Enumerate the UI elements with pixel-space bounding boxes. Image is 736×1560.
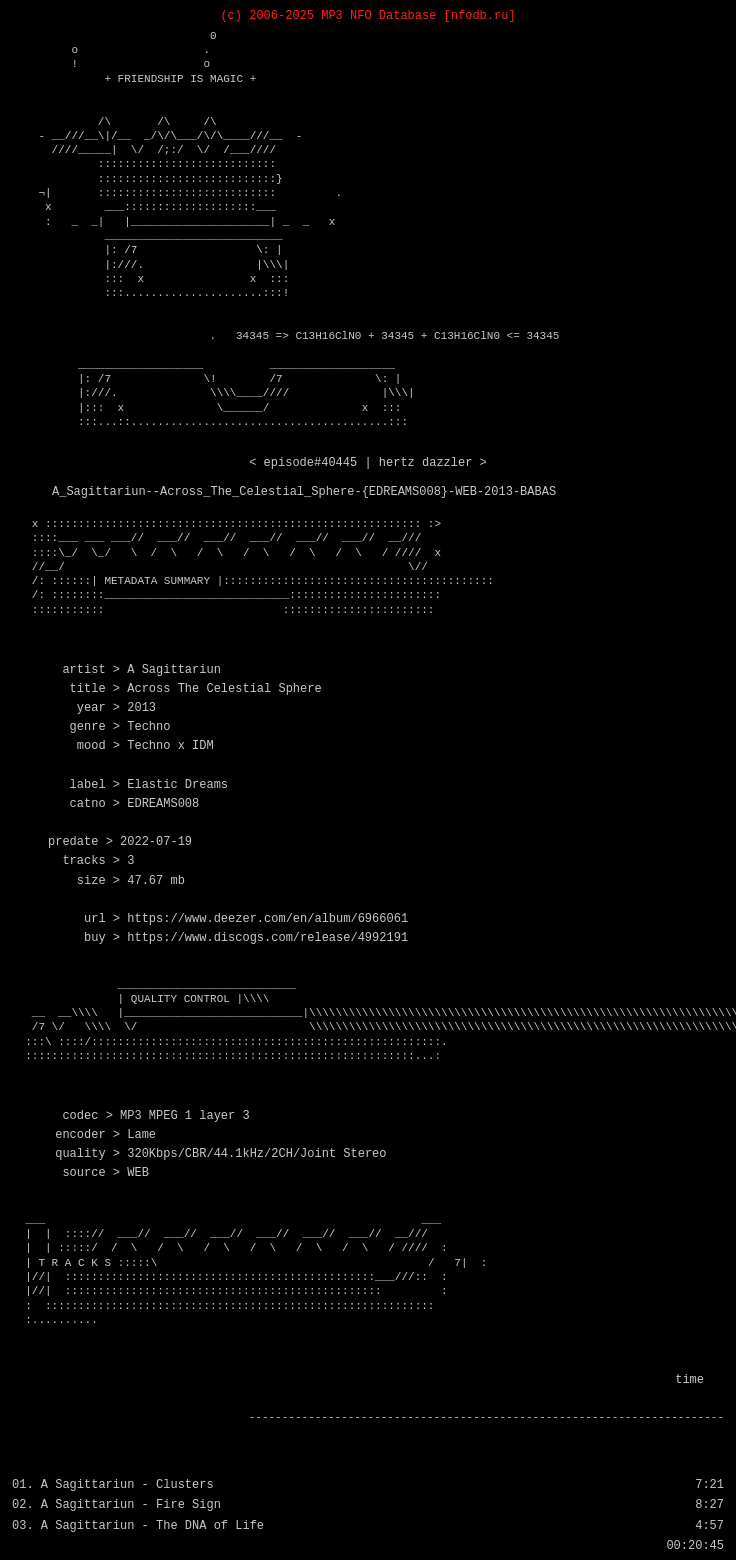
episode-line: < episode#40445 | hertz dazzler >: [12, 455, 724, 472]
notes-banner: ......: x :> ::::___ ___ ___// ___// ___…: [12, 1557, 724, 1560]
url-label: url: [84, 912, 106, 926]
encoder-value: Lame: [127, 1128, 156, 1142]
size-value: 47.67 mb: [127, 874, 185, 888]
year-value: 2013: [127, 701, 156, 715]
predate-value: 2022-07-19: [120, 835, 192, 849]
source-value: WEB: [127, 1166, 149, 1180]
total-time: 00:20:45: [666, 1539, 724, 1553]
label-value: Elastic Dreams: [127, 778, 228, 792]
quality-banner: ___________________________ | QUALITY CO…: [12, 978, 724, 1078]
track-03: 03. A Sagittariun - The DNA of Life: [12, 1516, 264, 1536]
copyright-text: (c) 2006-2025 MP3 NFO Database [nfodb.ru…: [220, 9, 515, 23]
buy-label: buy: [84, 931, 106, 945]
tracks-separator: ----------------------------------------…: [12, 1409, 724, 1427]
tracks-section-title: T R A C K S: [38, 1257, 111, 1269]
mood-label: mood: [77, 739, 106, 753]
metadata-section-title: METADATA SUMMARY: [104, 575, 210, 587]
artist-value: A Sagittariun: [127, 663, 221, 677]
copyright-line: (c) 2006-2025 MP3 NFO Database [nfodb.ru…: [12, 8, 724, 25]
track-03-time: 4:57: [695, 1516, 724, 1536]
friendship-text: + FRIENDSHIP IS MAGIC +: [104, 73, 256, 85]
genre-label: genre: [70, 720, 106, 734]
genre-value: Techno: [127, 720, 170, 734]
tracks-count-label: tracks: [62, 854, 105, 868]
track-01: 01. A Sagittariun - Clusters: [12, 1475, 214, 1495]
release-name-text: A_Sagittariun--Across_The_Celestial_Sphe…: [52, 485, 556, 499]
table-row: 01. A Sagittariun - Clusters 7:21: [12, 1475, 724, 1495]
catno-value: EDREAMS008: [127, 797, 199, 811]
quality-content: codec > MP3 MPEG 1 layer 3 encoder > Lam…: [12, 1088, 724, 1203]
buy-value: https://www.discogs.com/release/4992191: [127, 931, 408, 945]
ascii-art-top: 0 o . ! o + FRIENDSHIP IS MAGIC + /\ /\ …: [12, 29, 724, 315]
ascii-art-divider1: ___________________ ___________________ …: [12, 358, 724, 444]
table-row: 03. A Sagittariun - The DNA of Life 4:57: [12, 1516, 724, 1536]
label-label: label: [70, 778, 106, 792]
total-time-row: 00:20:45: [12, 1536, 724, 1556]
track-01-time: 7:21: [695, 1475, 724, 1495]
codec-value: MP3 MPEG 1 layer 3: [120, 1109, 250, 1123]
catno-label: catno: [70, 797, 106, 811]
size-label: size: [77, 874, 106, 888]
quality-section-title: QUALITY CONTROL: [131, 993, 230, 1005]
tracks-content: time -----------------------------------…: [12, 1351, 724, 1465]
predate-label: predate: [48, 835, 98, 849]
track-02: 02. A Sagittariun - Fire Sign: [12, 1495, 221, 1515]
metadata-content: artist > A Sagittariun title > Across Th…: [12, 641, 724, 967]
episode-text: < episode#40445 | hertz dazzler >: [249, 456, 487, 470]
codec-label: codec: [62, 1109, 98, 1123]
time-header: time: [12, 1371, 724, 1390]
tracks-banner: ___ ___ | | ::::// ___// ___// ___// ___…: [12, 1213, 724, 1342]
artist-label: artist: [62, 663, 105, 677]
track-02-time: 8:27: [695, 1495, 724, 1515]
mood-value: Techno x IDM: [127, 739, 213, 753]
title-label: title: [70, 682, 106, 696]
year-label: year: [77, 701, 106, 715]
page-container: (c) 2006-2025 MP3 NFO Database [nfodb.ru…: [12, 8, 724, 1560]
tracks-count-value: 3: [127, 854, 134, 868]
metadata-banner: x ::::::::::::::::::::::::::::::::::::::…: [12, 517, 724, 631]
title-value: Across The Celestial Sphere: [127, 682, 321, 696]
quality-value: 320Kbps/CBR/44.1kHz/2CH/Joint Stereo: [127, 1147, 386, 1161]
table-row: 02. A Sagittariun - Fire Sign 8:27: [12, 1495, 724, 1515]
encoder-label: encoder: [55, 1128, 105, 1142]
chemical-formula: . 34345 => C13H16ClN0 + 34345 + C13H16Cl…: [12, 315, 724, 358]
source-label: source: [62, 1166, 105, 1180]
release-name: A_Sagittariun--Across_The_Celestial_Sphe…: [52, 484, 724, 501]
track-list: 01. A Sagittariun - Clusters 7:21 02. A …: [12, 1475, 724, 1557]
quality-label-text: quality: [55, 1147, 105, 1161]
url-value: https://www.deezer.com/en/album/6966061: [127, 912, 408, 926]
